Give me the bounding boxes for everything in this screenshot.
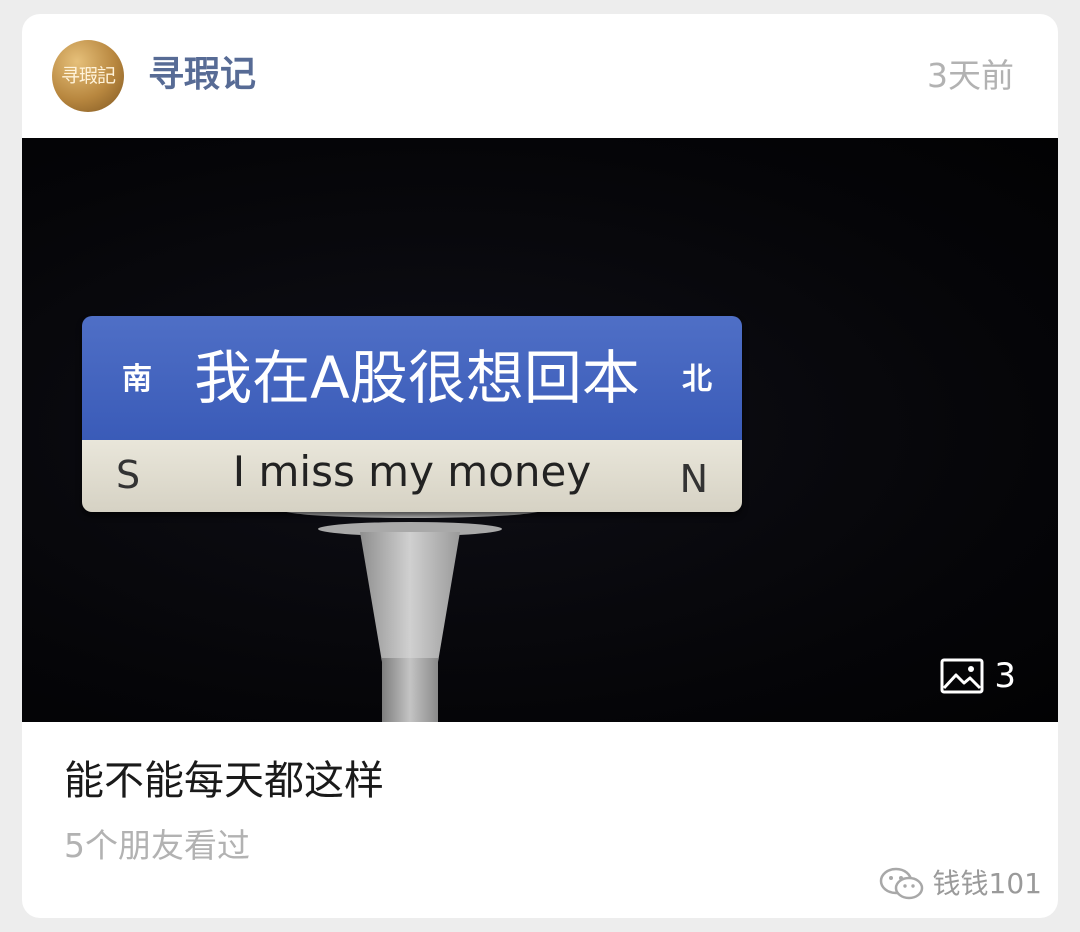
photo-count: 3 — [994, 656, 1016, 696]
post-timestamp: 3天前 — [927, 56, 1014, 95]
wechat-icon — [879, 867, 923, 900]
sign-pole-cone — [360, 532, 460, 662]
image-gallery-icon — [940, 658, 984, 694]
watermark-text: 钱钱101 — [932, 867, 1042, 900]
street-sign-bottom: S I miss my money N — [82, 440, 742, 512]
post-cover-image[interactable]: 南 我在A股很想回本 北 S I miss my money N 3 — [22, 138, 1058, 722]
friends-viewed-count: 5个朋友看过 — [64, 826, 250, 865]
post-card[interactable]: 寻瑕記 寻瑕记 3天前 南 我在A股很想回本 北 S I miss my mon… — [22, 14, 1058, 918]
sign-direction-south-cn: 南 — [122, 362, 152, 397]
post-title[interactable]: 能不能每天都这样 — [64, 754, 384, 808]
account-name[interactable]: 寻瑕记 — [148, 50, 256, 100]
sign-pole — [382, 658, 438, 722]
street-sign-top: 南 我在A股很想回本 北 — [82, 316, 742, 440]
sign-title-cn: 我在A股很想回本 — [194, 344, 640, 412]
post-header: 寻瑕記 寻瑕记 3天前 — [22, 14, 1058, 138]
source-watermark: 钱钱101 — [879, 862, 1042, 906]
sign-direction-north-en: N — [679, 457, 708, 501]
sign-direction-south-en: S — [116, 453, 141, 497]
sign-direction-north-cn: 北 — [682, 362, 712, 397]
photo-count-badge: 3 — [940, 656, 1016, 696]
street-sign: 南 我在A股很想回本 北 S I miss my money N — [82, 316, 742, 512]
avatar-text: 寻瑕記 — [60, 65, 116, 87]
avatar[interactable]: 寻瑕記 — [52, 40, 124, 112]
sign-subtitle-en: I miss my money — [232, 447, 592, 496]
